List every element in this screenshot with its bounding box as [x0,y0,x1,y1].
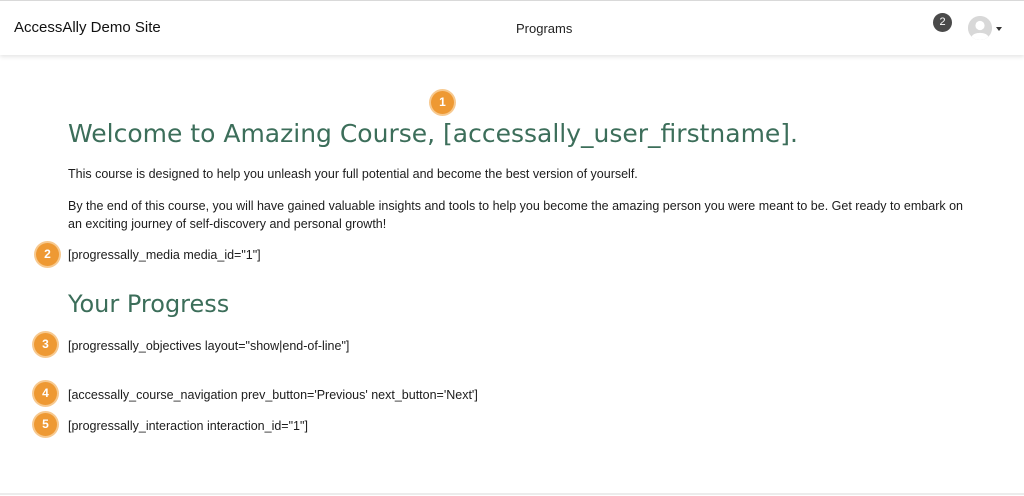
step-marker-1: 1 [431,91,454,114]
nav-programs-link[interactable]: Programs [516,21,572,36]
media-shortcode: [progressally_media media_id="1"] [68,248,261,262]
interaction-shortcode: [progressally_interaction interaction_id… [68,419,308,433]
notification-badge[interactable]: 2 [933,13,952,32]
footer-divider [0,493,1024,495]
step-marker-5: 5 [34,413,57,436]
top-navbar: AccessAlly Demo Site Programs 2 [0,0,1024,55]
caret-down-icon [996,27,1002,31]
intro-paragraph: This course is designed to help you unle… [68,167,638,181]
step-marker-3: 3 [34,333,57,356]
outcome-paragraph: By the end of this course, you will have… [68,199,963,231]
navigation-shortcode: [accessally_course_navigation prev_butto… [68,388,478,402]
step-marker-2: 2 [36,243,59,266]
objectives-shortcode: [progressally_objectives layout="show|en… [68,339,350,353]
user-avatar-icon [968,16,992,40]
progress-heading: Your Progress [68,290,230,318]
step-marker-4: 4 [34,382,57,405]
welcome-heading: Welcome to Amazing Course, [accessally_u… [68,119,799,148]
site-title-link[interactable]: AccessAlly Demo Site [14,19,161,36]
user-menu-toggle[interactable] [968,16,1008,42]
